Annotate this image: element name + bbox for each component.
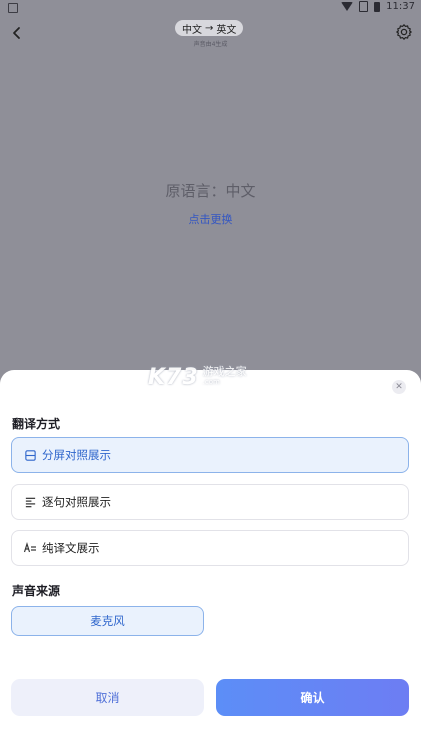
watermark: K73 游戏之家 .com xyxy=(148,362,278,392)
mode-option-sentence[interactable]: 逐句对照展示 xyxy=(11,484,409,520)
header-subtitle: 声音由4生成 xyxy=(193,41,228,48)
mode-option-label: 纯译文展示 xyxy=(42,541,100,555)
status-bar: 11:37 xyxy=(0,0,421,16)
target-language: 英文 xyxy=(216,24,237,36)
wifi-icon xyxy=(341,2,354,11)
status-icons: 11:37 xyxy=(341,1,415,12)
battery-icon xyxy=(374,1,381,12)
language-switch[interactable]: 中文 → 英文 xyxy=(175,20,244,36)
arrow-right-icon: → xyxy=(205,22,214,34)
watermark-url: .com xyxy=(202,378,220,386)
watermark-text: 游戏之家 xyxy=(202,365,247,378)
settings-bottom-sheet: ✕ 翻译方式 分屏对照展示 逐句对照展示 纯译文展示 声音来源 麦克风 取消 确… xyxy=(0,370,421,750)
mode-section-title: 翻译方式 xyxy=(12,417,61,431)
mode-option-label: 逐句对照展示 xyxy=(42,495,111,509)
sim-icon xyxy=(359,1,369,12)
mode-option-label: 分屏对照展示 xyxy=(42,448,111,462)
source-language: 中文 xyxy=(182,24,202,36)
gear-icon xyxy=(396,24,412,40)
split-screen-icon xyxy=(23,448,37,462)
cancel-button[interactable]: 取消 xyxy=(11,679,204,716)
close-button[interactable]: ✕ xyxy=(392,380,406,394)
source-section-title: 声音来源 xyxy=(12,584,61,598)
status-time: 11:37 xyxy=(386,1,415,12)
original-language-label: 原语言：中文 xyxy=(165,182,256,200)
watermark-logo: K73 xyxy=(148,364,199,390)
translation-text-icon xyxy=(23,541,37,555)
confirm-button[interactable]: 确认 xyxy=(216,679,409,716)
close-icon: ✕ xyxy=(395,382,403,392)
mode-option-split-screen[interactable]: 分屏对照展示 xyxy=(11,437,409,473)
source-microphone-button[interactable]: 麦克风 xyxy=(11,606,204,636)
notification-icon xyxy=(8,3,18,13)
change-language-link[interactable]: 点击更换 xyxy=(0,211,421,227)
settings-button[interactable] xyxy=(395,23,413,41)
mode-option-translation-only[interactable]: 纯译文展示 xyxy=(11,530,409,566)
back-arrow-icon xyxy=(13,27,20,39)
screen: 11:37 中文 → 英文 声音由4生成 原语言：中文 点击更换 ✕ 翻译方式 … xyxy=(0,0,421,750)
sentence-lines-icon xyxy=(23,495,37,509)
watermark-text-block: 游戏之家 .com xyxy=(202,365,247,387)
